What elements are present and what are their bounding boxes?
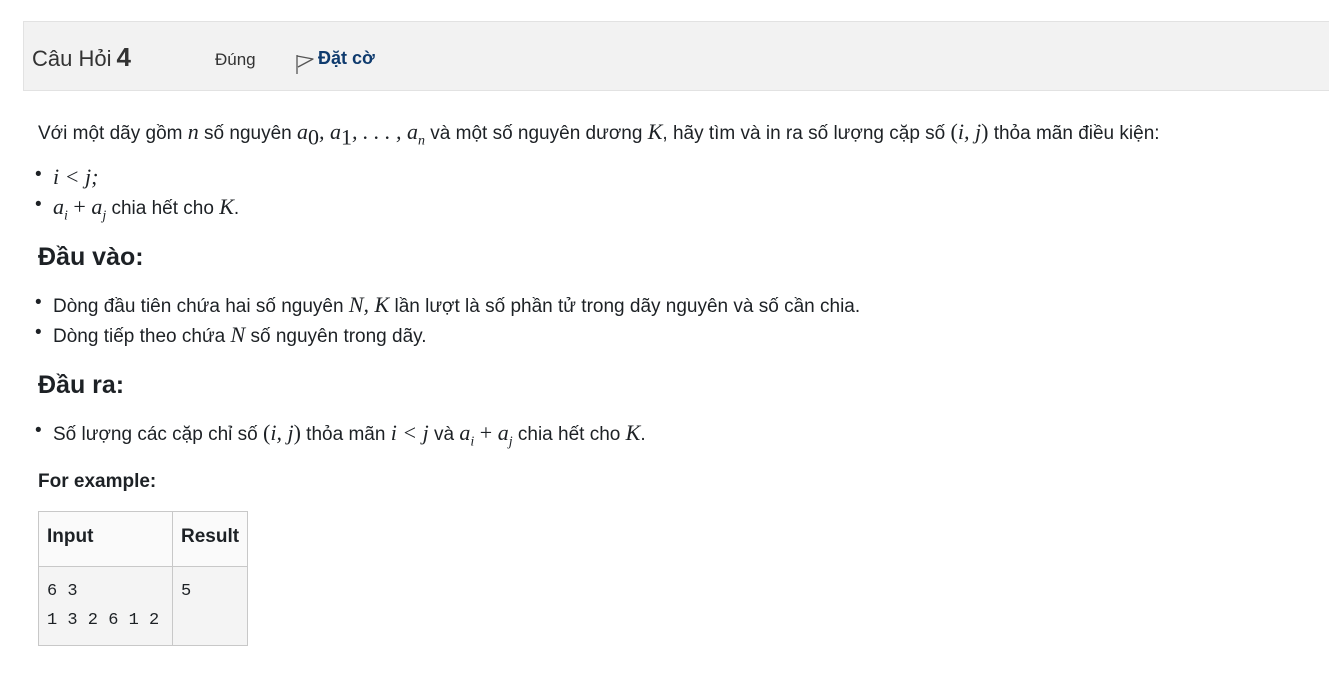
math-k: K — [219, 194, 234, 219]
condition-end: . — [233, 198, 240, 219]
output-end: . — [640, 424, 646, 445]
input-text: Dòng đầu tiên chứa hai số nguyên — [53, 296, 349, 317]
math-n-k: N, K — [348, 292, 390, 317]
flag-question-button[interactable]: Đặt cờ — [295, 48, 375, 74]
output-text: chia hết cho — [512, 424, 626, 445]
output-item: Số lượng các cặp chỉ số (i, j) thỏa mãn … — [35, 420, 646, 450]
question-header: Câu Hỏi 4 Đúng Đặt cờ — [23, 21, 1329, 91]
output-text: và — [428, 424, 460, 445]
input-item: Dòng đầu tiên chứa hai số nguyên N, K lầ… — [35, 292, 861, 318]
question-title-label: Câu Hỏi — [32, 46, 112, 71]
output-text: thỏa mãn — [300, 424, 391, 445]
math-sum: ai + aj — [53, 194, 107, 224]
intro-text: thỏa mãn điều kiện: — [988, 123, 1160, 144]
condition-item: i < j; — [35, 164, 99, 190]
table-row: 6 3 1 3 2 6 1 2 5 — [38, 566, 249, 646]
math-k: K — [647, 119, 663, 144]
problem-statement: Với một dãy gồm n số nguyên a0, a1, . . … — [38, 119, 1160, 150]
input-column-header: Input — [38, 511, 173, 567]
intro-text: số nguyên — [198, 123, 297, 144]
input-heading: Đầu vào: — [38, 243, 144, 271]
example-result-cell: 5 — [171, 566, 249, 646]
question-number: 4 — [116, 42, 131, 72]
input-text: lần lượt là số phần tử trong dãy nguyên … — [389, 296, 861, 317]
question-title: Câu Hỏi 4 — [32, 42, 131, 73]
math-sequence: a0, a1, . . . , an — [297, 119, 425, 150]
example-table: Input Result 6 3 1 3 2 6 1 2 5 — [38, 511, 249, 646]
output-text: Số lượng các cặp chỉ số — [53, 424, 264, 445]
result-column-header: Result — [171, 511, 249, 567]
condition-text: chia hết cho — [106, 198, 220, 219]
math-i-lt-j: i < j — [390, 420, 429, 445]
input-item: Dòng tiếp theo chứa N số nguyên trong dã… — [35, 322, 427, 348]
example-header-row: Input Result — [38, 511, 249, 567]
condition-item: ai + aj chia hết cho K. — [35, 194, 240, 224]
intro-text: và một số nguyên dương — [425, 123, 648, 144]
math-condition-1: i < j; — [53, 164, 99, 189]
math-n: n — [187, 119, 199, 144]
math-sum: ai + aj — [459, 420, 513, 450]
intro-text: , hãy tìm và in ra số lượng cặp số — [662, 123, 951, 144]
math-n: N — [230, 322, 246, 347]
intro-text: Với một dãy gồm — [38, 123, 188, 144]
example-input-cell: 6 3 1 3 2 6 1 2 — [38, 566, 173, 646]
input-text: Dòng tiếp theo chứa — [53, 326, 231, 347]
math-pair: (i, j) — [950, 119, 989, 144]
output-heading: Đầu ra: — [38, 371, 125, 399]
question-state: Đúng — [215, 50, 256, 69]
input-text: số nguyên trong dãy. — [245, 326, 427, 347]
math-pair: (i, j) — [263, 420, 301, 445]
example-label: For example: — [38, 471, 157, 492]
flag-icon — [296, 55, 314, 74]
flag-label: Đặt cờ — [318, 48, 375, 68]
math-k: K — [625, 420, 641, 445]
